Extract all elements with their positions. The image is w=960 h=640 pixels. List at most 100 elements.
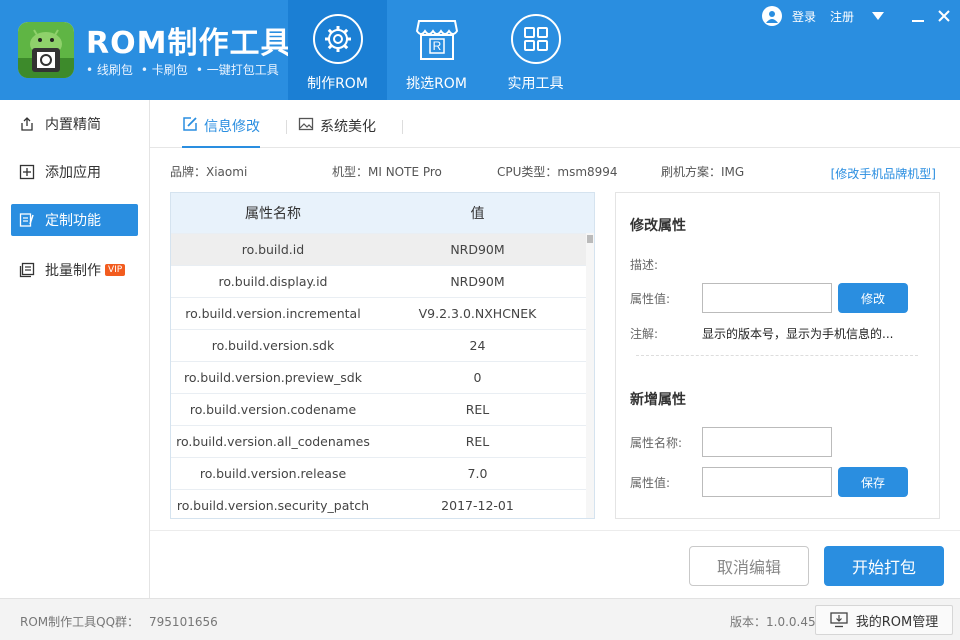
property-value: 0 bbox=[473, 370, 482, 385]
subtitle-card-flash: • 卡刷包 bbox=[140, 63, 188, 77]
store-icon: R bbox=[412, 14, 462, 64]
subtitle-line-flash: • 线刷包 bbox=[86, 63, 133, 77]
tab-divider bbox=[402, 120, 403, 134]
tab-label-info-edit: 信息修改 bbox=[204, 119, 260, 135]
monitor-icon bbox=[830, 612, 848, 628]
start-packaging-button[interactable]: 开始打包 bbox=[824, 546, 944, 586]
app-header: ROM制作工具 • 线刷包 • 卡刷包 • 一键打包工具 制作ROM R 挑选R… bbox=[0, 0, 960, 100]
table-header: 属性名称 值 bbox=[171, 193, 594, 233]
table-scrollbar[interactable] bbox=[586, 233, 594, 518]
modify-brand-model-link[interactable]: [修改手机品牌机型] bbox=[831, 165, 936, 182]
panel-divider bbox=[636, 355, 918, 356]
table-row[interactable]: ro.build.version.sdk 24 bbox=[171, 329, 594, 361]
register-link[interactable]: 注册 bbox=[830, 8, 854, 25]
nav-pick-rom[interactable]: R 挑选ROM bbox=[387, 0, 486, 100]
tab-label-system-theme: 系统美化 bbox=[320, 119, 376, 135]
property-name: ro.build.id bbox=[241, 242, 305, 257]
table-row[interactable]: ro.build.version.all_codenames REL bbox=[171, 425, 594, 457]
tab-info-edit[interactable]: 信息修改 bbox=[182, 116, 260, 148]
table-row[interactable]: ro.build.display.id NRD90M bbox=[171, 265, 594, 297]
property-name: ro.build.version.incremental bbox=[185, 306, 361, 321]
property-name: ro.build.version.release bbox=[199, 466, 347, 481]
column-header-name: 属性名称 bbox=[245, 206, 301, 222]
new-property-value-input[interactable] bbox=[702, 467, 832, 497]
property-value: 2017-12-01 bbox=[441, 498, 514, 513]
sidebar-item-batch[interactable]: 批量制作 VIP bbox=[11, 254, 138, 286]
new-property-value-label: 属性值: bbox=[630, 476, 671, 490]
device-info-bar: 品牌：Xiaomi 机型：MI NOTE Pro CPU类型：msm8994 刷… bbox=[170, 163, 940, 179]
sidebar-item-custom-features[interactable]: 定制功能 bbox=[11, 204, 138, 236]
property-edit-panel: 修改属性 描述: 属性值: 修改 注解: 显示的版本号，显示为手机信息的... … bbox=[615, 192, 940, 519]
edit-icon bbox=[182, 116, 198, 132]
flash-scheme-info: 刷机方案：IMG bbox=[661, 165, 745, 179]
property-name: ro.build.version.all_codenames bbox=[176, 434, 370, 449]
cancel-edit-button[interactable]: 取消编辑 bbox=[689, 546, 809, 586]
property-name: ro.build.display.id bbox=[218, 274, 328, 289]
save-button[interactable]: 保存 bbox=[838, 467, 908, 497]
property-value: NRD90M bbox=[450, 242, 505, 257]
close-icon[interactable] bbox=[936, 8, 952, 24]
nav-label-tools: 实用工具 bbox=[507, 76, 564, 92]
nav-make-rom[interactable]: 制作ROM bbox=[288, 0, 387, 100]
app-title: ROM制作工具 bbox=[86, 26, 292, 61]
column-header-value: 值 bbox=[470, 206, 485, 222]
property-value: REL bbox=[465, 434, 490, 449]
nav-tools[interactable]: 实用工具 bbox=[486, 0, 585, 100]
property-name-input[interactable] bbox=[702, 427, 832, 457]
main-content: 信息修改 系统美化 品牌：Xiaomi 机型：MI NOTE Pro CPU类型… bbox=[150, 100, 960, 598]
note-text: 显示的版本号，显示为手机信息的... bbox=[702, 327, 894, 341]
dropdown-menu-icon[interactable] bbox=[870, 8, 886, 24]
table-row[interactable]: ro.build.version.security_patch 2017-12-0… bbox=[171, 489, 594, 518]
property-name: ro.build.version.codename bbox=[189, 402, 357, 417]
property-name: ro.build.version.security_patch bbox=[176, 498, 370, 513]
qq-group-number: 795101656 bbox=[149, 615, 218, 629]
vip-badge: VIP bbox=[105, 264, 126, 276]
model-info: 机型：MI NOTE Pro bbox=[332, 165, 442, 179]
plus-box-icon bbox=[19, 164, 35, 180]
app-logo bbox=[18, 22, 74, 78]
my-rom-manager-button[interactable]: 我的ROM管理 bbox=[815, 605, 953, 635]
rom-manager-label: 我的ROM管理 bbox=[855, 614, 939, 630]
nav-label-pick-rom: 挑选ROM bbox=[406, 76, 467, 92]
export-icon bbox=[19, 116, 35, 132]
edit-doc-icon bbox=[19, 212, 35, 228]
property-value: 7.0 bbox=[467, 466, 488, 481]
qq-group-info: ROM制作工具QQ群： 795101656 bbox=[20, 613, 218, 630]
note-label: 注解: bbox=[630, 327, 659, 341]
tab-bar: 信息修改 系统美化 bbox=[150, 100, 960, 148]
property-value: REL bbox=[465, 402, 490, 417]
minimize-icon[interactable] bbox=[910, 8, 926, 24]
image-icon bbox=[298, 116, 314, 132]
qq-group-label: ROM制作工具QQ群： bbox=[20, 615, 140, 629]
table-row[interactable]: ro.build.version.preview_sdk 0 bbox=[171, 361, 594, 393]
property-value: V9.2.3.0.NXHCNEK bbox=[418, 306, 537, 321]
tab-system-theme[interactable]: 系统美化 bbox=[298, 116, 376, 148]
svg-text:R: R bbox=[432, 39, 441, 53]
table-row[interactable]: ro.build.version.incremental V9.2.3.0.NXH… bbox=[171, 297, 594, 329]
sidebar-item-builtin-slim[interactable]: 内置精简 bbox=[11, 108, 138, 140]
scrollbar-thumb[interactable] bbox=[587, 235, 593, 243]
table-row[interactable]: ro.build.version.release 7.0 bbox=[171, 457, 594, 489]
property-value: NRD90M bbox=[450, 274, 505, 289]
nav-label-make-rom: 制作ROM bbox=[307, 76, 368, 92]
add-property-heading: 新增属性 bbox=[630, 392, 686, 408]
gear-icon bbox=[312, 14, 363, 64]
sidebar-item-add-app[interactable]: 添加应用 bbox=[11, 156, 138, 188]
sidebar-label-builtin-slim: 内置精简 bbox=[45, 117, 101, 133]
property-value-input[interactable] bbox=[702, 283, 832, 313]
app-subtitle: • 线刷包 • 卡刷包 • 一键打包工具 bbox=[86, 61, 287, 78]
sidebar-label-custom-features: 定制功能 bbox=[45, 213, 101, 229]
login-link[interactable]: 登录 bbox=[792, 8, 816, 25]
table-row[interactable]: ro.build.version.codename REL bbox=[171, 393, 594, 425]
modify-property-heading: 修改属性 bbox=[630, 218, 686, 234]
sidebar: 内置精简 添加应用 定制功能 批量制作 VIP bbox=[0, 100, 150, 598]
window-controls: 登录 注册 bbox=[761, 6, 952, 26]
main-nav: 制作ROM R 挑选ROM 实用工具 bbox=[288, 0, 585, 100]
property-table: 属性名称 值 ro.build.id NRD90M ro.build.displa… bbox=[170, 192, 595, 519]
property-name: ro.build.version.sdk bbox=[211, 338, 335, 353]
cpu-info: CPU类型：msm8994 bbox=[497, 165, 618, 179]
version-text: 版本：1.0.0.45 bbox=[730, 615, 816, 629]
status-bar: ROM制作工具QQ群： 795101656 版本：1.0.0.45 我的ROM管理 bbox=[0, 598, 960, 640]
table-row[interactable]: ro.build.id NRD90M bbox=[171, 233, 594, 265]
modify-button[interactable]: 修改 bbox=[838, 283, 908, 313]
